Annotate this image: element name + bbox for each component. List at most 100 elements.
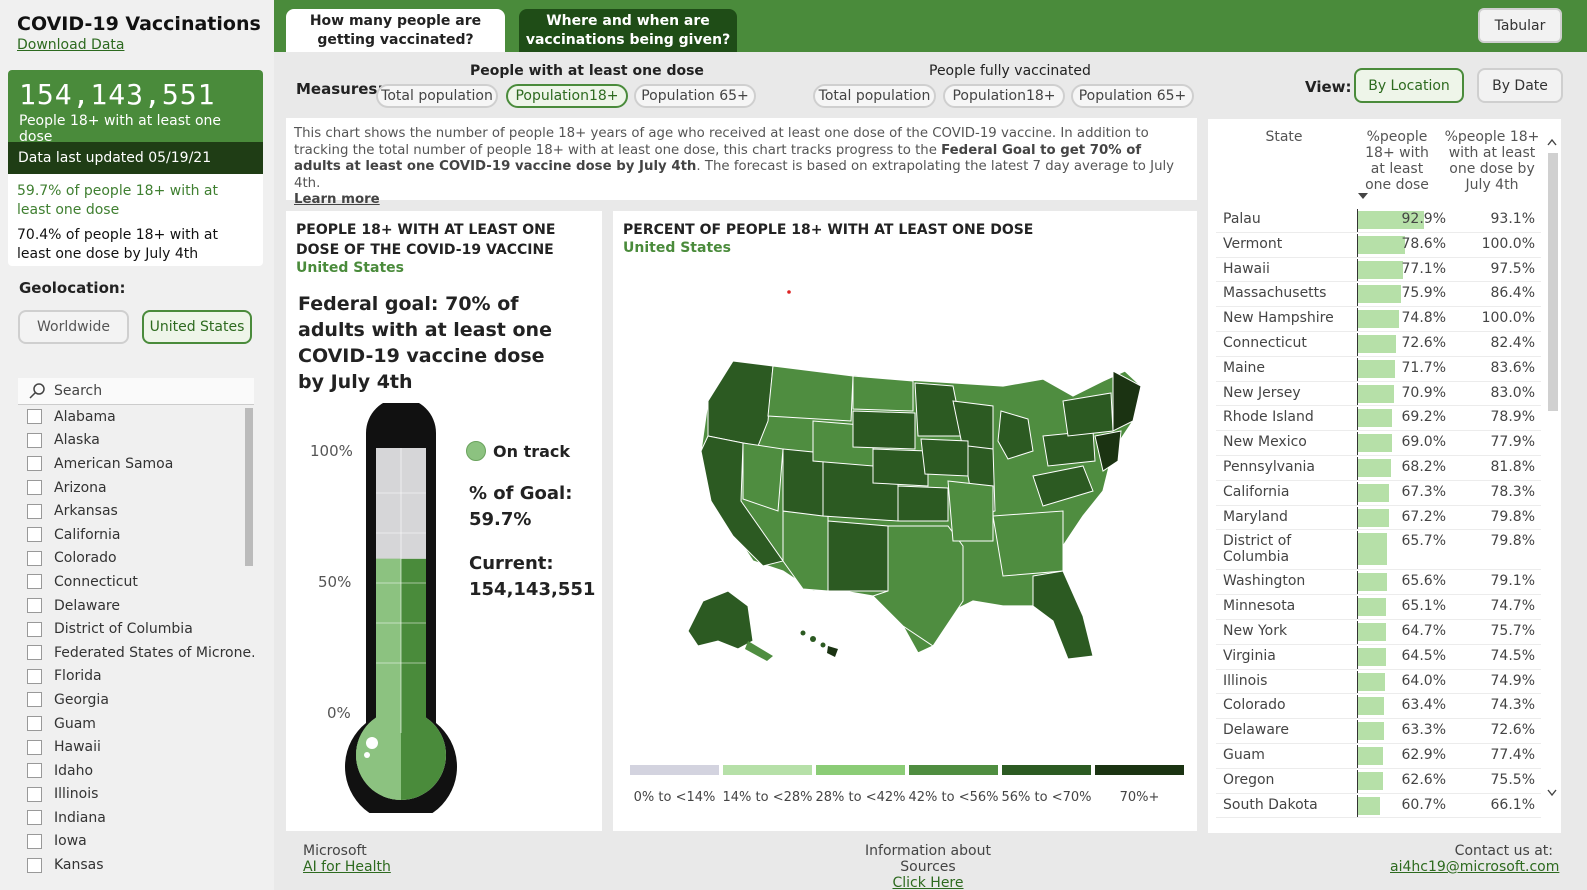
checkbox[interactable] xyxy=(27,739,42,755)
sort-desc-icon[interactable] xyxy=(1357,192,1369,200)
checkbox[interactable] xyxy=(27,480,42,496)
table-row[interactable]: Vermont 78.6% 100.0% xyxy=(1216,233,1541,258)
table-row[interactable]: Massachusetts 75.9% 86.4% xyxy=(1216,282,1541,308)
table-row[interactable]: Maryland 67.2% 79.8% xyxy=(1216,506,1541,531)
united-states-button[interactable]: United States xyxy=(142,310,252,344)
header-pct-dose[interactable]: %people 18+ with at least one dose xyxy=(1357,129,1437,193)
learn-more-link[interactable]: Learn more xyxy=(294,192,380,207)
checkbox[interactable] xyxy=(27,833,42,849)
slicer-item[interactable]: Federated States of Microne... xyxy=(18,641,254,665)
app-title: COVID-19 Vaccinations xyxy=(17,13,261,35)
checkbox[interactable] xyxy=(27,810,42,826)
checkbox[interactable] xyxy=(27,527,42,543)
search-input[interactable]: Search xyxy=(18,378,254,405)
checkbox[interactable] xyxy=(27,716,42,732)
pill-dose-population18[interactable]: Population18+ xyxy=(506,84,628,108)
table-row[interactable]: Rhode Island 69.2% 78.9% xyxy=(1216,406,1541,432)
state-table: State %people 18+ with at least one dose… xyxy=(1208,119,1561,833)
checkbox[interactable] xyxy=(27,763,42,779)
slicer-item[interactable]: California xyxy=(18,523,254,547)
scroll-down-icon[interactable] xyxy=(1547,788,1557,798)
table-row[interactable]: Illinois 64.0% 74.9% xyxy=(1216,670,1541,695)
table-row[interactable]: South Dakota 60.7% 66.1% xyxy=(1216,794,1541,819)
table-row[interactable]: New Hampshire 74.8% 100.0% xyxy=(1216,307,1541,332)
slicer-item[interactable]: Idaho xyxy=(18,759,254,783)
checkbox[interactable] xyxy=(27,857,42,873)
table-row[interactable]: Washington 65.6% 79.1% xyxy=(1216,570,1541,596)
slicer-scrollbar[interactable] xyxy=(245,408,253,566)
checkbox[interactable] xyxy=(27,692,42,708)
table-row[interactable]: Virginia 64.5% 74.5% xyxy=(1216,645,1541,670)
slicer-item[interactable]: Indiana xyxy=(18,806,254,830)
checkbox[interactable] xyxy=(27,432,42,448)
checkbox[interactable] xyxy=(27,645,42,661)
slicer-item[interactable]: Kansas xyxy=(18,853,254,877)
table-row[interactable]: California 67.3% 78.3% xyxy=(1216,481,1541,506)
slicer-item[interactable]: District of Columbia xyxy=(18,617,254,641)
table-scroll-thumb[interactable] xyxy=(1548,153,1558,411)
table-row[interactable]: Palau 92.9% 93.1% xyxy=(1216,208,1541,233)
worldwide-button[interactable]: Worldwide xyxy=(18,310,129,344)
tabular-button[interactable]: Tabular xyxy=(1478,8,1562,43)
checkbox[interactable] xyxy=(27,409,42,425)
slicer-item[interactable]: Arizona xyxy=(18,476,254,500)
pill-full-population65[interactable]: Population 65+ xyxy=(1071,84,1194,108)
slicer-item[interactable]: American Samoa xyxy=(18,452,254,476)
table-row[interactable]: Hawaii 77.1% 97.5% xyxy=(1216,258,1541,283)
checkbox[interactable] xyxy=(27,598,42,614)
pill-full-population18[interactable]: Population18+ xyxy=(943,84,1065,108)
checkbox[interactable] xyxy=(27,574,42,590)
cell-state: Palau xyxy=(1223,211,1261,227)
checkbox[interactable] xyxy=(27,668,42,684)
slicer-item[interactable]: Georgia xyxy=(18,688,254,712)
header-state[interactable]: State xyxy=(1234,129,1334,145)
slicer-item[interactable]: Hawaii xyxy=(18,735,254,759)
checkbox[interactable] xyxy=(27,456,42,472)
by-location-button[interactable]: By Location xyxy=(1354,68,1464,103)
slicer-item[interactable]: Alaska xyxy=(18,429,254,453)
slicer-item[interactable]: Delaware xyxy=(18,594,254,618)
tab-where-when[interactable]: Where and when are vaccinations being gi… xyxy=(519,9,737,52)
checkbox[interactable] xyxy=(27,786,42,802)
pill-dose-total-population[interactable]: Total population xyxy=(376,84,498,108)
pill-dose-population65[interactable]: Population 65+ xyxy=(634,84,756,108)
slicer-item[interactable]: Guam xyxy=(18,712,254,736)
cell-pct-july: 66.1% xyxy=(1490,796,1535,813)
table-row[interactable]: New York 64.7% 75.7% xyxy=(1216,620,1541,645)
legend-swatch xyxy=(816,765,905,775)
slicer-item[interactable]: Iowa xyxy=(18,830,254,854)
slicer-item[interactable]: Florida xyxy=(18,665,254,689)
us-choropleth-map[interactable] xyxy=(663,271,1183,691)
table-row[interactable]: New Mexico 69.0% 77.9% xyxy=(1216,431,1541,456)
checkbox[interactable] xyxy=(27,503,42,519)
slicer-item[interactable]: Arkansas xyxy=(18,499,254,523)
download-data-link[interactable]: Download Data xyxy=(17,37,124,53)
cell-pct-july: 79.8% xyxy=(1490,533,1535,550)
table-row[interactable]: Delaware 63.3% 72.6% xyxy=(1216,719,1541,744)
table-row[interactable]: New Jersey 70.9% 83.0% xyxy=(1216,382,1541,407)
table-row[interactable]: Pennsylvania 68.2% 81.8% xyxy=(1216,456,1541,481)
slicer-item[interactable]: Colorado xyxy=(18,547,254,571)
header-pct-july[interactable]: %people 18+ with at least one dose by Ju… xyxy=(1444,129,1540,193)
by-date-button[interactable]: By Date xyxy=(1477,68,1563,103)
slicer-item[interactable]: Illinois xyxy=(18,783,254,807)
click-here-link[interactable]: Click Here xyxy=(840,875,1016,890)
ai-for-health-link[interactable]: AI for Health xyxy=(303,859,391,875)
footer-left: Microsoft AI for Health xyxy=(303,843,391,875)
slicer-item[interactable]: Alabama xyxy=(18,405,254,429)
table-row[interactable]: District of Columbia 65.7% 79.8% xyxy=(1216,530,1541,571)
pill-full-total-population[interactable]: Total population xyxy=(813,84,936,108)
checkbox[interactable] xyxy=(27,621,42,637)
slicer-item[interactable]: Connecticut xyxy=(18,570,254,594)
tab-how-many[interactable]: How many people are getting vaccinated? xyxy=(286,9,505,52)
table-row[interactable]: Maine 71.7% 83.6% xyxy=(1216,357,1541,382)
table-row[interactable]: Guam 62.9% 77.4% xyxy=(1216,744,1541,769)
table-row[interactable]: Oregon 62.6% 75.5% xyxy=(1216,769,1541,794)
scroll-up-icon[interactable] xyxy=(1547,137,1557,147)
cell-pct-july: 74.5% xyxy=(1490,647,1535,664)
contact-email-link[interactable]: ai4hc19@microsoft.com xyxy=(1390,859,1559,875)
table-row[interactable]: Connecticut 72.6% 82.4% xyxy=(1216,332,1541,357)
checkbox[interactable] xyxy=(27,550,42,566)
table-row[interactable]: Colorado 63.4% 74.3% xyxy=(1216,694,1541,720)
table-row[interactable]: Minnesota 65.1% 74.7% xyxy=(1216,595,1541,620)
